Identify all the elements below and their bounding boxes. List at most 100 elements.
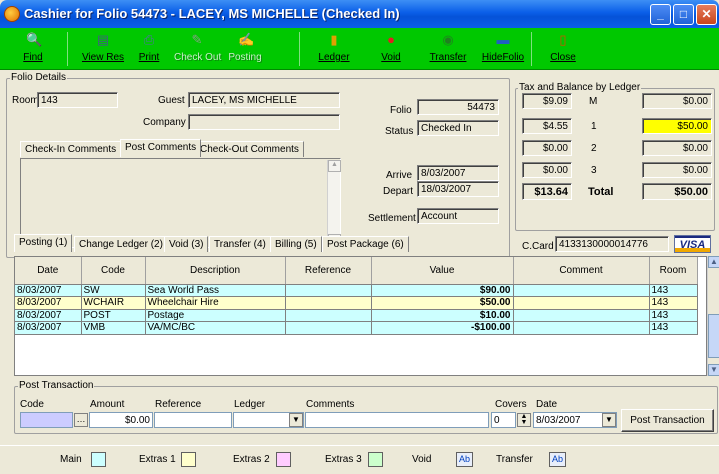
legend-transfer-sample: Ab <box>549 452 566 467</box>
balance-3: $0.00 <box>642 162 712 178</box>
cell-reference <box>285 296 372 310</box>
legend-main-label: Main <box>60 454 82 465</box>
balance-2: $0.00 <box>642 140 712 156</box>
column-header-room[interactable]: Room <box>649 257 698 285</box>
window-title: Cashier for Folio 54473 - LACEY, MS MICH… <box>24 6 400 21</box>
view-res-button[interactable]: ▤ View Res <box>80 31 126 69</box>
toolbar-separator <box>299 32 300 66</box>
tab-change-ledger[interactable]: Change Ledger (2) <box>74 236 168 252</box>
transactions-grid[interactable]: Date Code Description Reference Value Co… <box>14 256 707 376</box>
column-header-description[interactable]: Description <box>145 257 286 285</box>
cell-value: $10.00 <box>371 309 514 322</box>
close-button[interactable]: ▯ Close <box>540 31 586 69</box>
tax-balance-title: Tax and Balance by Ledger <box>518 82 642 93</box>
check-out-button[interactable]: ✎ Check Out <box>174 31 221 69</box>
tab-transfer[interactable]: Transfer (4) <box>209 236 271 252</box>
table-row[interactable]: 8/03/2007 POST Postage $10.00 143 <box>15 309 698 322</box>
cell-room: 143 <box>649 296 698 310</box>
balance-1: $50.00 <box>642 118 712 134</box>
chevron-down-icon[interactable]: ▼ <box>289 413 303 427</box>
find-button[interactable]: 🔍 Find <box>10 31 56 69</box>
room-label: Room <box>12 95 39 106</box>
arrive-field: 8/03/2007 <box>417 165 499 181</box>
status-field: Checked In <box>417 120 499 136</box>
post-transaction-button[interactable]: Post Transaction <box>621 409 714 432</box>
main-tabs: Posting (1) Change Ledger (2) Void (3) T… <box>14 234 514 254</box>
ledger-2-label: 2 <box>591 143 597 154</box>
tab-check-out-comments[interactable]: Check-Out Comments <box>195 141 304 157</box>
toolbar-separator <box>67 32 68 66</box>
date-label: Date <box>536 399 558 410</box>
tab-posting[interactable]: Posting (1) <box>14 234 73 252</box>
cell-description: VA/MC/BC <box>145 321 286 335</box>
legend-void-sample: Ab <box>456 452 473 467</box>
column-header-comment[interactable]: Comment <box>513 257 650 285</box>
reference-input[interactable] <box>154 412 232 428</box>
toolbar-separator <box>531 32 532 66</box>
grid-scrollbar[interactable]: ▲ ▼ <box>707 256 719 376</box>
code-input[interactable] <box>20 412 73 428</box>
ledger-button[interactable]: ▮ Ledger <box>311 31 357 69</box>
cell-reference <box>285 284 372 297</box>
table-row[interactable]: 8/03/2007 WCHAIR Wheelchair Hire $50.00 … <box>15 296 698 310</box>
tab-post-package[interactable]: Post Package (6) <box>322 236 409 252</box>
scroll-down-icon[interactable]: ▼ <box>708 364 719 376</box>
void-icon: ● <box>387 32 395 47</box>
company-field <box>188 114 340 130</box>
void-button[interactable]: ● Void <box>368 31 414 69</box>
depart-field: 18/03/2007 <box>417 181 499 197</box>
legend-extras2-swatch <box>276 452 291 467</box>
close-window-button[interactable]: ✕ <box>696 4 717 25</box>
table-row[interactable]: 8/03/2007 VMB VA/MC/BC -$100.00 143 <box>15 321 698 335</box>
legend-extras2-label: Extras 2 <box>233 454 270 465</box>
posting-button[interactable]: ✍ Posting <box>222 31 268 69</box>
covers-stepper[interactable]: ▲ ▼ <box>517 413 531 427</box>
column-header-reference[interactable]: Reference <box>285 257 372 285</box>
settlement-field: Account <box>417 208 499 224</box>
cell-reference <box>285 321 372 335</box>
calendar-dropdown-icon[interactable]: ▼ <box>602 413 616 427</box>
column-header-date[interactable]: Date <box>15 257 82 285</box>
cell-value: -$100.00 <box>371 321 514 335</box>
folio-label: Folio <box>390 105 412 116</box>
comments-input[interactable] <box>305 412 489 428</box>
ccard-field: 4133130000014776 <box>555 236 669 252</box>
depart-label: Depart <box>383 186 414 197</box>
tax-1: $4.55 <box>522 118 572 134</box>
covers-input[interactable]: 0 <box>491 412 516 428</box>
legend-extras3-swatch <box>368 452 383 467</box>
balance-total: $50.00 <box>642 183 712 200</box>
transfer-button[interactable]: ◉ Transfer <box>425 31 471 69</box>
tab-billing[interactable]: Billing (5) <box>270 236 322 252</box>
hide-folio-button[interactable]: ▬ HideFolio <box>480 31 526 69</box>
cell-code: VMB <box>81 321 146 335</box>
scroll-up-icon[interactable]: ▲ <box>328 160 341 172</box>
column-header-code[interactable]: Code <box>81 257 146 285</box>
column-header-value[interactable]: Value <box>371 257 514 285</box>
scroll-thumb[interactable] <box>708 314 719 358</box>
table-row[interactable]: 8/03/2007 SW Sea World Pass $90.00 143 <box>15 284 698 297</box>
tab-post-comments[interactable]: Post Comments <box>120 139 202 157</box>
scroll-up-icon[interactable]: ▲ <box>708 256 719 268</box>
tax-total: $13.64 <box>522 183 572 200</box>
cell-date: 8/03/2007 <box>15 309 82 322</box>
maximize-button[interactable]: □ <box>673 4 694 25</box>
print-button[interactable]: ⎙ Print <box>126 31 172 69</box>
code-lookup-button[interactable]: … <box>74 413 88 427</box>
post-transaction-title: Post Transaction <box>18 380 95 391</box>
cell-date: 8/03/2007 <box>15 284 82 297</box>
cell-description: Wheelchair Hire <box>145 296 286 310</box>
tab-void[interactable]: Void (3) <box>164 236 209 252</box>
cell-description: Postage <box>145 309 286 322</box>
comments-label: Comments <box>306 399 355 410</box>
ledger-label: Ledger <box>234 399 266 410</box>
amount-input[interactable]: $0.00 <box>89 412 153 428</box>
legend-extras1-label: Extras 1 <box>139 454 176 465</box>
cell-comment <box>513 309 650 322</box>
tax-balance-group <box>515 88 715 231</box>
legend-extras1-swatch <box>181 452 196 467</box>
cell-value: $50.00 <box>371 296 514 310</box>
minimize-button[interactable]: _ <box>650 4 671 25</box>
tab-check-in-comments[interactable]: Check-In Comments <box>20 141 122 157</box>
visa-logo-icon: VISA <box>674 235 711 253</box>
